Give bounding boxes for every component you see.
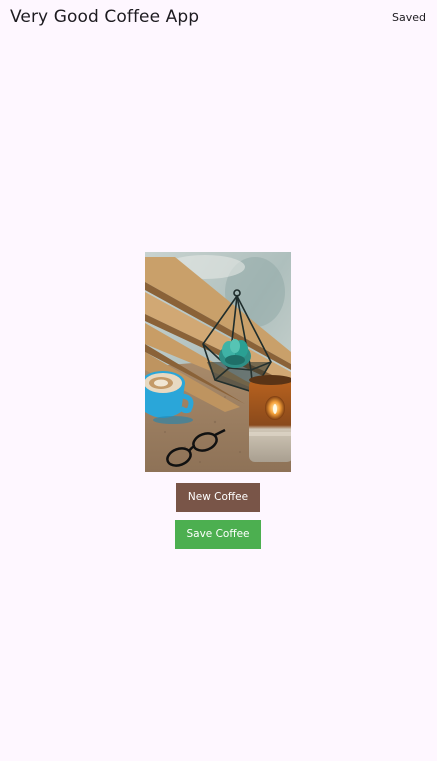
app-bar: Very Good Coffee App Saved xyxy=(0,0,437,38)
saved-button[interactable]: Saved xyxy=(392,11,426,24)
coffee-photo xyxy=(145,252,291,472)
save-coffee-button[interactable]: Save Coffee xyxy=(175,520,261,549)
app-title: Very Good Coffee App xyxy=(10,7,200,27)
new-coffee-button[interactable]: New Coffee xyxy=(176,483,260,512)
